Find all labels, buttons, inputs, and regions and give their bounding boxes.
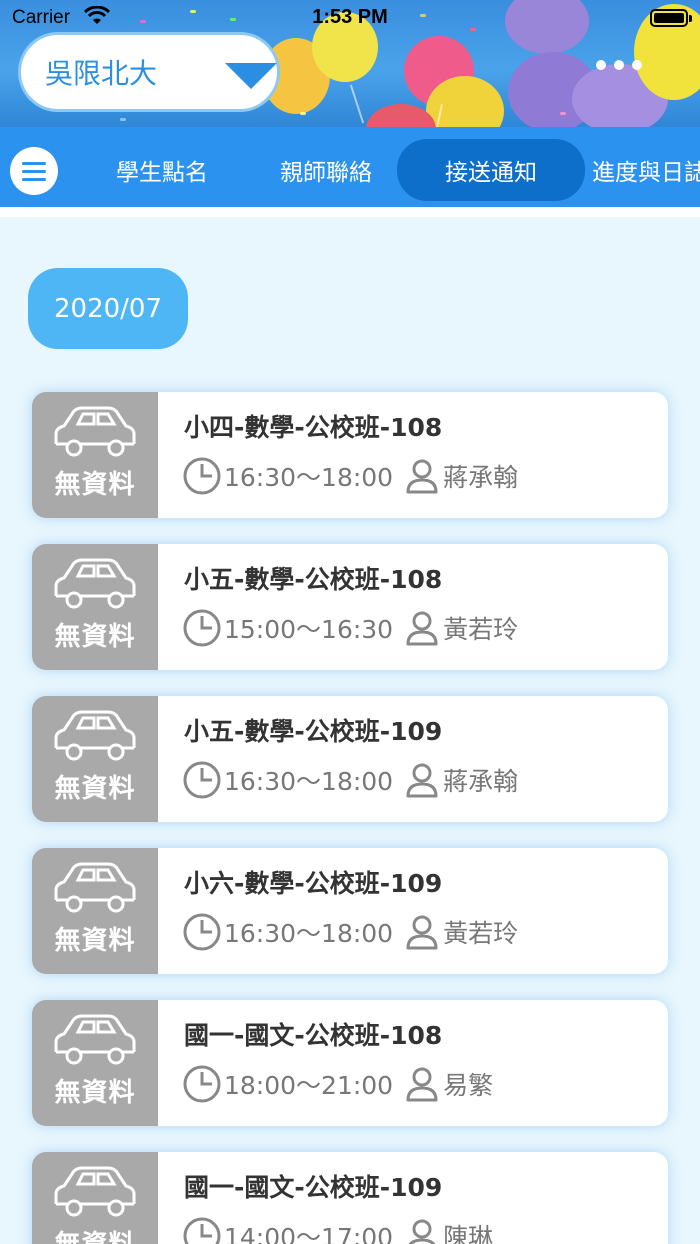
pickup-status-panel: 無資料 xyxy=(32,848,158,974)
course-title: 國一-國文-公校班-108 xyxy=(184,1021,443,1050)
clock-icon xyxy=(183,1217,221,1244)
teacher-name: 陳琳 xyxy=(443,1223,494,1244)
clock-icon xyxy=(183,1065,221,1103)
status-bar: Carrier 1:53 PM xyxy=(0,0,700,36)
course-title: 國一-國文-公校班-109 xyxy=(184,1173,443,1202)
balloon-string xyxy=(349,84,365,124)
no-data-label: 無資料 xyxy=(54,774,136,804)
record-meta: 16:30～18:00 黃若玲 xyxy=(182,912,518,952)
pickup-record-card[interactable]: 無資料 小六-數學-公校班-109 16:30～18:00 黃若玲 xyxy=(32,848,668,974)
pickup-record-card[interactable]: 無資料 小五-數學-公校班-108 15:00～16:30 黃若玲 xyxy=(32,544,668,670)
record-meta: 16:30～18:00 蔣承翰 xyxy=(182,760,518,800)
tab-roll-call[interactable]: 學生點名 xyxy=(92,139,232,201)
course-title: 小五-數學-公校班-108 xyxy=(184,565,443,594)
person-icon xyxy=(408,1219,436,1244)
tab-bar: 學生點名 親師聯絡 接送通知 進度與日誌 xyxy=(0,127,700,207)
pickup-status-panel: 無資料 xyxy=(32,1152,158,1244)
pickup-status-panel: 無資料 xyxy=(32,392,158,518)
course-title: 小四-數學-公校班-108 xyxy=(184,413,443,442)
teacher-name: 黃若玲 xyxy=(443,615,519,644)
pickup-status-panel: 無資料 xyxy=(32,696,158,822)
pickup-status-panel: 無資料 xyxy=(32,1000,158,1126)
no-data-label: 無資料 xyxy=(54,622,136,652)
teacher-name: 易繁 xyxy=(443,1071,494,1100)
class-time: 16:30～18:00 xyxy=(224,463,394,492)
class-time: 14:00～17:00 xyxy=(224,1223,394,1244)
pickup-status-panel: 無資料 xyxy=(32,544,158,670)
school-name: 吳限北大 xyxy=(45,57,158,90)
battery-icon xyxy=(650,9,692,27)
class-time: 16:30～18:00 xyxy=(224,767,394,796)
school-selector[interactable]: 吳限北大 xyxy=(18,32,280,112)
clock-icon xyxy=(183,457,221,495)
teacher-name: 黃若玲 xyxy=(443,919,519,948)
course-title: 小五-數學-公校班-109 xyxy=(184,717,443,746)
person-icon xyxy=(406,1067,438,1102)
confetti-decoration xyxy=(560,112,566,115)
chevron-down-icon xyxy=(225,63,277,89)
no-data-label: 無資料 xyxy=(54,1078,136,1108)
teacher-name: 蔣承翰 xyxy=(443,463,519,492)
more-options-icon[interactable] xyxy=(596,60,642,70)
status-time: 1:53 PM xyxy=(312,6,388,28)
pickup-record-card[interactable]: 無資料 國一-國文-公校班-109 14:00～17:00 陳琳 xyxy=(32,1152,668,1244)
pickup-record-card[interactable]: 無資料 小四-數學-公校班-108 16:30～18:00 蔣承翰 xyxy=(32,392,668,518)
clock-icon xyxy=(183,761,221,799)
person-icon xyxy=(406,763,438,798)
record-meta: 15:00～16:30 黃若玲 xyxy=(182,608,518,648)
menu-icon[interactable] xyxy=(10,147,58,195)
person-icon xyxy=(406,459,438,494)
tabbar-divider xyxy=(0,207,700,217)
tab-parent-contact[interactable]: 親師聯絡 xyxy=(256,139,396,201)
person-icon xyxy=(406,611,438,646)
month-chip[interactable]: 2020/07 xyxy=(28,268,188,349)
pickup-record-card[interactable]: 無資料 國一-國文-公校班-108 18:00～21:00 易繁 xyxy=(32,1000,668,1126)
class-time: 16:30～18:00 xyxy=(224,919,394,948)
no-data-label: 無資料 xyxy=(32,1224,158,1244)
class-time: 15:00～16:30 xyxy=(224,615,394,644)
clock-icon xyxy=(183,913,221,951)
tab-pickup-notice[interactable]: 接送通知 xyxy=(397,139,585,201)
class-time: 18:00～21:00 xyxy=(224,1071,394,1100)
teacher-name: 蔣承翰 xyxy=(443,767,519,796)
record-meta: 16:30～18:00 蔣承翰 xyxy=(182,456,518,496)
person-icon xyxy=(406,915,438,950)
no-data-label: 無資料 xyxy=(54,926,136,956)
record-meta: 18:00～21:00 易繁 xyxy=(182,1064,493,1104)
confetti-decoration xyxy=(300,112,306,115)
tab-progress-log[interactable]: 進度與日誌 xyxy=(592,139,700,201)
clock-icon xyxy=(183,609,221,647)
course-title: 小六-數學-公校班-109 xyxy=(184,869,443,898)
no-data-label: 無資料 xyxy=(54,470,136,500)
record-meta: 14:00～17:00 陳琳 xyxy=(182,1216,493,1244)
confetti-decoration xyxy=(120,118,126,121)
pickup-record-card[interactable]: 無資料 小五-數學-公校班-109 16:30～18:00 蔣承翰 xyxy=(32,696,668,822)
